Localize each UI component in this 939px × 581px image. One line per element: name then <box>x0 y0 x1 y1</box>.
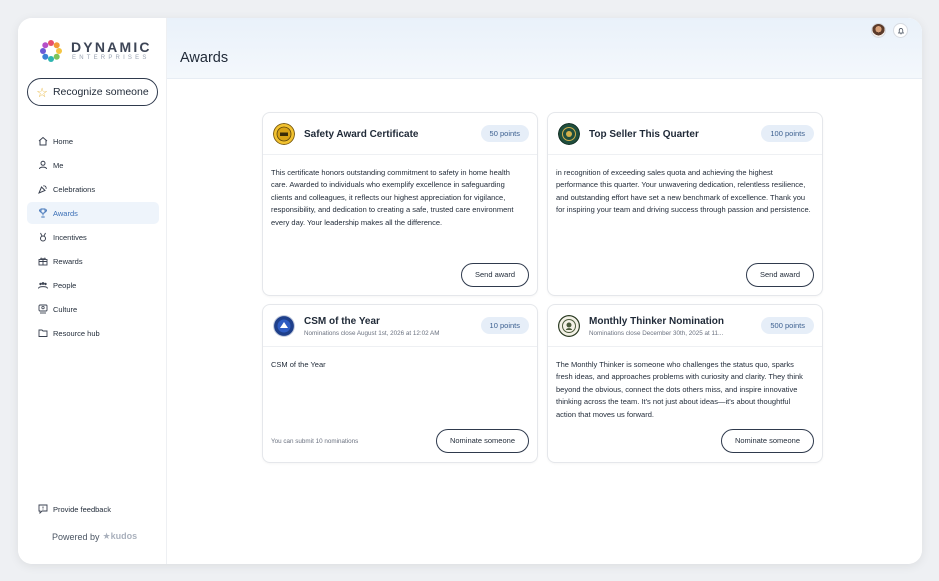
kudos-text: kudos <box>110 531 138 541</box>
nominate-someone-button[interactable]: Nominate someone <box>435 429 529 453</box>
card-description: CSM of the Year <box>271 360 326 369</box>
page-header: Awards <box>167 18 922 79</box>
user-icon <box>38 160 48 170</box>
feedback-label: Provide feedback <box>53 504 111 514</box>
card-description: in recognition of exceeding sales quota … <box>556 168 811 215</box>
gift-icon <box>38 256 48 266</box>
sidebar-item-people[interactable]: People <box>27 274 159 296</box>
card-header: CSM of the Year Nominations close August… <box>263 305 537 347</box>
send-award-button[interactable]: Send award <box>460 263 529 287</box>
sidebar-item-label: Resource hub <box>53 328 100 338</box>
sidebar-item-label: People <box>53 280 77 290</box>
send-award-button[interactable]: Send award <box>745 263 814 287</box>
sidebar-item-label: Me <box>53 160 64 170</box>
avatar[interactable] <box>871 23 886 38</box>
sidebar-item-label: Culture <box>53 304 78 314</box>
card-header: Top Seller This Quarter 100 points <box>548 113 822 155</box>
feedback-icon <box>38 504 48 515</box>
sidebar-item-awards[interactable]: Awards <box>27 202 159 224</box>
award-card-top-seller: Top Seller This Quarter 100 points in re… <box>547 112 823 296</box>
sidebar-item-label: Rewards <box>53 256 83 266</box>
provide-feedback-link[interactable]: Provide feedback <box>38 504 111 515</box>
sidebar-item-home[interactable]: Home <box>27 130 159 152</box>
star-icon: ☆ <box>36 84 48 100</box>
award-card-csm: CSM of the Year Nominations close August… <box>262 304 538 463</box>
sidebar-item-label: Incentives <box>53 232 87 242</box>
page-title: Awards <box>180 50 229 66</box>
main-content: Awards Safety Award Certificate 50 point… <box>167 18 922 564</box>
logo-mark-icon <box>40 40 62 62</box>
sidebar-item-rewards[interactable]: Rewards <box>27 250 159 272</box>
points-badge: 100 points <box>761 125 814 142</box>
brand-name: DYNAMIC <box>71 39 152 55</box>
sidebar-item-celebrations[interactable]: Celebrations <box>27 178 159 200</box>
brand-subtitle: ENTERPRISES <box>72 55 150 61</box>
trophy-icon <box>38 208 48 218</box>
top-seller-badge-icon <box>558 123 580 145</box>
party-icon <box>38 184 48 194</box>
nomination-deadline: Nominations close August 1st, 2026 at 12… <box>304 330 440 337</box>
recognize-someone-button[interactable]: ☆ Recognize someone <box>27 78 158 106</box>
points-badge: 10 points <box>480 317 529 334</box>
csm-badge-icon <box>273 315 295 337</box>
nominate-someone-button[interactable]: Nominate someone <box>720 429 814 453</box>
notification-bell-icon[interactable] <box>893 23 908 38</box>
sidebar-item-label: Celebrations <box>53 184 96 194</box>
people-icon <box>38 280 48 290</box>
nomination-limit: You can submit 10 nominations <box>271 438 359 445</box>
powered-prefix: Powered by <box>52 531 100 542</box>
recognize-label: Recognize someone <box>52 86 149 98</box>
sidebar-item-resource-hub[interactable]: Resource hub <box>27 322 159 344</box>
kudos-logo[interactable]: ★kudos <box>103 531 138 542</box>
sidebar-item-label: Home <box>53 136 74 146</box>
thinker-badge-icon <box>558 315 580 337</box>
sidebar-nav: Home Me Celebrations Awards Incentives R… <box>27 130 159 346</box>
card-title: CSM of the Year <box>304 316 380 327</box>
card-header: Safety Award Certificate 50 points <box>263 113 537 155</box>
card-title: Top Seller This Quarter <box>589 129 699 140</box>
points-badge: 50 points <box>480 125 529 142</box>
safety-badge-icon <box>273 123 295 145</box>
award-card-safety: Safety Award Certificate 50 points This … <box>262 112 538 296</box>
home-icon <box>38 136 48 146</box>
sidebar-item-label: Awards <box>53 208 78 218</box>
card-header: Monthly Thinker Nomination Nominations c… <box>548 305 822 347</box>
card-title: Monthly Thinker Nomination <box>589 316 724 327</box>
brand-logo[interactable]: DYNAMIC ENTERPRISES <box>36 36 152 66</box>
sidebar-item-me[interactable]: Me <box>27 154 159 176</box>
folder-icon <box>38 328 48 338</box>
card-description: This certificate honors outstanding comm… <box>271 168 514 227</box>
sidebar-item-incentives[interactable]: Incentives <box>27 226 159 248</box>
sidebar-item-culture[interactable]: Culture <box>27 298 159 320</box>
card-title: Safety Award Certificate <box>304 129 419 140</box>
sidebar: DYNAMIC ENTERPRISES ☆ Recognize someone … <box>18 18 167 564</box>
app-window: DYNAMIC ENTERPRISES ☆ Recognize someone … <box>18 18 922 564</box>
culture-icon <box>38 304 48 314</box>
card-description: The Monthly Thinker is someone who chall… <box>556 360 803 419</box>
medal-icon <box>38 232 48 242</box>
powered-by: Powered by ★kudos <box>52 531 137 542</box>
nomination-deadline: Nominations close December 30th, 2025 at… <box>589 330 724 337</box>
award-card-monthly-thinker: Monthly Thinker Nomination Nominations c… <box>547 304 823 463</box>
points-badge: 500 points <box>761 317 814 334</box>
